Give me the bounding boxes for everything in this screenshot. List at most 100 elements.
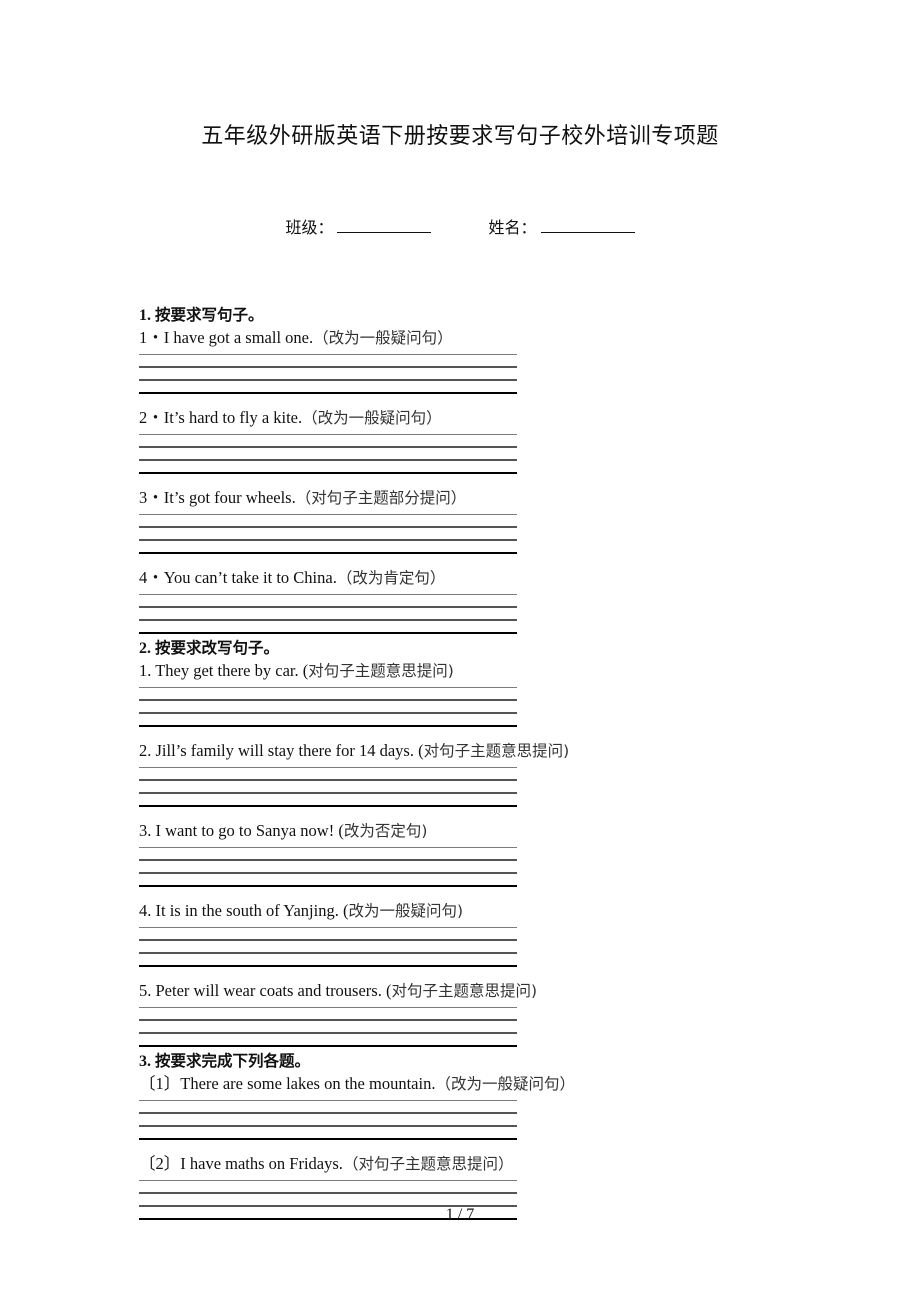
question-number: 3. [139,821,156,840]
class-field: 班级： [285,214,432,238]
worksheet-content: 1. 按要求写句子。 1・I have got a small one.（改为一般… [139,304,699,1223]
question: 1. They get there by car. (对句子主题意思提问) [139,660,699,682]
question-number: 〔1〕 [139,1074,181,1093]
answer-line[interactable] [139,514,517,515]
question: 2・It’s hard to fly a kite.（改为一般疑问句） [139,407,699,429]
answer-line[interactable] [139,859,517,861]
answer-lines[interactable] [139,354,517,394]
answer-line[interactable] [139,459,517,461]
name-blank[interactable] [540,218,635,233]
question-instruction: （改为一般疑问句） [313,329,453,347]
question-instruction: （对句子主题部分提问） [295,489,467,507]
answer-lines[interactable] [139,927,517,967]
question-sentence: Peter will wear coats and trousers. ( [155,981,392,1000]
question-sentence: There are some lakes on the mountain. [180,1074,436,1093]
section-heading: 1. 按要求写句子。 [139,304,699,327]
question-instruction: 改为一般疑问句) [348,902,464,920]
question: 1・I have got a small one.（改为一般疑问句） [139,327,699,349]
answer-line[interactable] [139,872,517,874]
question-number: 4・ [139,568,164,587]
answer-lines[interactable] [139,767,517,807]
answer-lines[interactable] [139,434,517,474]
section-title: 按要求写句子。 [155,306,264,324]
question-instruction: （改为肯定句） [336,569,446,587]
question-sentence: You can’t take it to China. [163,568,337,587]
question-number: 1・ [139,328,164,347]
answer-line[interactable] [139,1032,517,1034]
question: 〔2〕I have maths on Fridays.（对句子主题意思提问） [139,1153,699,1175]
question: 3・It’s got four wheels.（对句子主题部分提问） [139,487,699,509]
section-heading: 3. 按要求完成下列各题。 [139,1050,699,1073]
answer-line[interactable] [139,779,517,781]
question-number: 1. [139,661,156,680]
section-number: 1. [139,307,151,324]
section-number: 3. [139,1053,151,1070]
answer-line[interactable] [139,594,517,595]
answer-lines[interactable] [139,847,517,887]
answer-line[interactable] [139,847,517,848]
answer-line[interactable] [139,927,517,928]
answer-lines[interactable] [139,594,517,634]
answer-line[interactable] [139,939,517,941]
answer-line[interactable] [139,434,517,435]
answer-line[interactable] [139,1007,517,1008]
answer-line[interactable] [139,539,517,541]
question-instruction: 对句子主题意思提问) [423,742,570,760]
name-label: 姓名： [488,218,537,237]
question: 2. Jill’s family will stay there for 14 … [139,740,699,762]
question-sentence: I have maths on Fridays. [180,1154,343,1173]
answer-line[interactable] [139,1180,517,1181]
answer-line[interactable] [139,687,517,688]
question-sentence: It’s got four wheels. [163,488,296,507]
answer-line[interactable] [139,606,517,608]
question-sentence: Jill’s family will stay there for 14 day… [155,741,424,760]
answer-lines[interactable] [139,514,517,554]
section-heading: 2. 按要求改写句子。 [139,637,699,660]
question-sentence: It is in the south of Yanjing. ( [155,901,349,920]
answer-line[interactable] [139,1112,517,1114]
question-instruction: 对句子主题意思提问) [308,662,454,680]
answer-line[interactable] [139,1192,517,1194]
page-number: 1 / 7 [445,1206,475,1223]
question-instruction: （改为一般疑问句） [302,409,442,427]
section-number: 2. [139,640,151,657]
question-instruction: （改为一般疑问句） [435,1075,575,1093]
question: 4・You can’t take it to China.（改为肯定句） [139,567,699,589]
answer-line[interactable] [139,699,517,701]
answer-line[interactable] [139,366,517,368]
question: 〔1〕There are some lakes on the mountain.… [139,1073,699,1095]
question: 4. It is in the south of Yanjing. (改为一般疑… [139,900,699,922]
answer-line[interactable] [139,767,517,768]
question-instruction: （对句子主题意思提问） [342,1155,514,1173]
question-instruction: 对句子主题意思提问) [391,982,538,1000]
question-sentence: They get there by car. ( [155,661,309,680]
question-sentence: I want to go to Sanya now! ( [155,821,344,840]
question: 3. I want to go to Sanya now! (改为否定句) [139,820,699,842]
answer-line[interactable] [139,354,517,355]
answer-line[interactable] [139,446,517,448]
answer-line[interactable] [139,792,517,794]
answer-lines[interactable] [139,1100,517,1140]
answer-lines[interactable] [139,687,517,727]
answer-line[interactable] [139,1100,517,1101]
answer-lines[interactable] [139,1007,517,1047]
answer-line[interactable] [139,526,517,528]
answer-line[interactable] [139,379,517,381]
answer-line[interactable] [139,1125,517,1127]
answer-line[interactable] [139,952,517,954]
answer-line[interactable] [139,619,517,621]
question-number: 〔2〕 [139,1154,181,1173]
name-field: 姓名： [489,214,635,238]
class-blank[interactable] [337,218,432,233]
answer-line[interactable] [139,712,517,714]
question-number: 2. [139,741,156,760]
answer-line[interactable] [139,1019,517,1021]
